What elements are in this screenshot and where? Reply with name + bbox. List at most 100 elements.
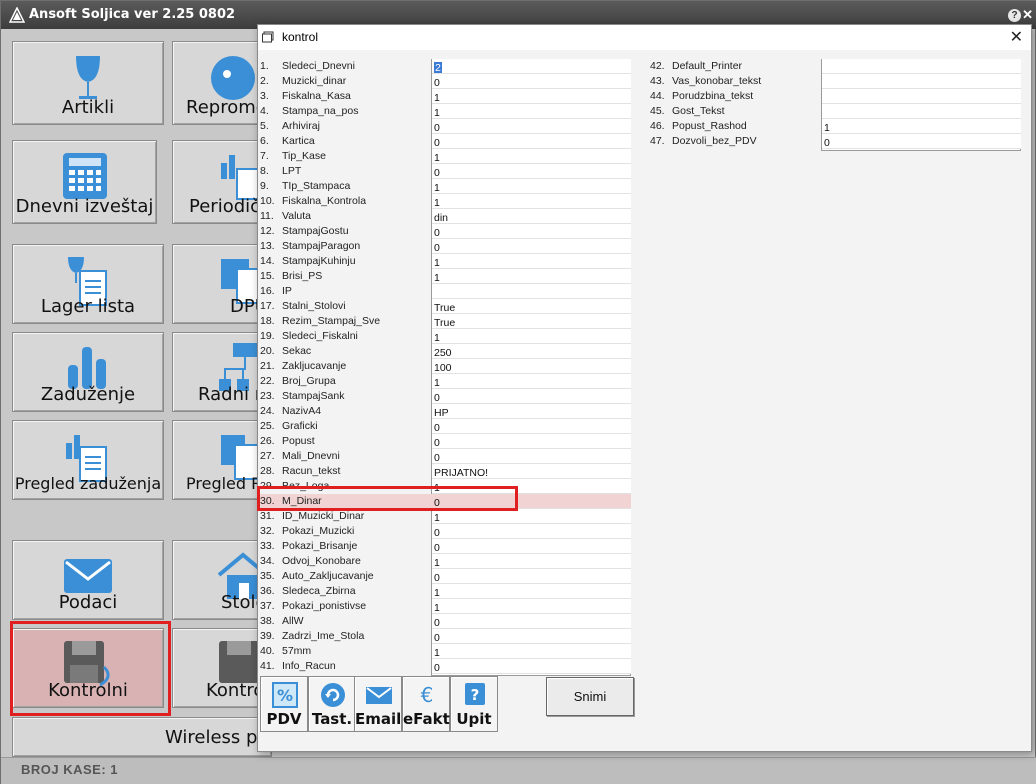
tile-wireless[interactable]: Wireless pa [12, 717, 272, 757]
param-row: 35. Auto_Zakljucavanje 0 [260, 569, 631, 584]
param-value-field[interactable]: 0 [432, 659, 631, 674]
param-value-field[interactable] [822, 74, 1021, 89]
param-value-field[interactable]: 0 [432, 539, 631, 554]
param-row: 19. Sledeci_Fiskalni 1 [260, 329, 631, 344]
param-number: 15. [260, 270, 275, 282]
param-value-field[interactable]: True [432, 314, 631, 329]
param-row: 14. StampajKuhinju 1 [260, 254, 631, 269]
param-row: 31. ID_Muzicki_Dinar 1 [260, 509, 631, 524]
param-row: 23. StampajSank 0 [260, 389, 631, 404]
param-row: 16. IP [260, 284, 631, 299]
param-row: 17. Stalni_Stolovi True [260, 299, 631, 314]
param-value-field[interactable]: 0 [432, 419, 631, 434]
svg-text:€: € [421, 683, 434, 707]
param-value-field[interactable]: 0 [432, 134, 631, 149]
tile-pregled-zaduzenja[interactable]: Pregled zaduženja [12, 420, 164, 500]
param-row: 4. Stampa_na_pos 1 [260, 104, 631, 119]
param-value-field[interactable]: 0 [432, 614, 631, 629]
param-row: 33. Pokazi_Brisanje 0 [260, 539, 631, 554]
param-value-field[interactable]: 0 [432, 389, 631, 404]
param-value-field[interactable]: 1 [432, 374, 631, 389]
param-number: 6. [260, 135, 269, 147]
param-number: 2. [260, 75, 269, 87]
param-value-field[interactable]: 100 [432, 359, 631, 374]
param-value-field[interactable]: 0 [432, 74, 631, 89]
param-number: 13. [260, 240, 275, 252]
param-value-field[interactable]: PRIJATNO! [432, 464, 631, 479]
param-row: 7. Tip_Kase 1 [260, 149, 631, 164]
param-value-field[interactable] [822, 59, 1021, 74]
toolbar-pdv-button[interactable]: % PDV [260, 676, 308, 732]
toolbar-email-button[interactable]: Email [354, 676, 402, 732]
param-value-field[interactable]: HP [432, 404, 631, 419]
param-value-field[interactable]: 0 [432, 524, 631, 539]
tile-podaci[interactable]: Podaci [12, 540, 164, 620]
param-value-field[interactable]: 1 [432, 644, 631, 659]
param-name: Fiskalna_Kasa [282, 90, 351, 102]
param-number: 34. [260, 555, 275, 567]
refresh-icon [321, 683, 345, 707]
toolbar-tast-button[interactable]: Tast. [308, 676, 356, 732]
app-close-button[interactable]: ✕ [1022, 7, 1033, 23]
param-row: 20. Sekac 250 [260, 344, 631, 359]
param-name: Broj_Grupa [282, 375, 336, 387]
param-value-field[interactable]: 0 [432, 224, 631, 239]
tile-dnevni-izvestaj[interactable]: Dnevni izveštaj [12, 140, 157, 224]
param-value-field[interactable]: 1 [822, 119, 1021, 134]
param-value-field[interactable]: 0 [432, 239, 631, 254]
param-value-field[interactable]: 0 [432, 569, 631, 584]
param-value-field[interactable] [822, 89, 1021, 104]
param-value-field[interactable]: 1 [432, 584, 631, 599]
param-value-field[interactable]: 1 [432, 329, 631, 344]
param-value-field[interactable]: 0 [432, 449, 631, 464]
tile-artikli[interactable]: Artikli [12, 41, 164, 125]
toolbar-upit-button[interactable]: ? Upit [450, 676, 498, 732]
param-number: 38. [260, 615, 275, 627]
param-row: 10. Fiskalna_Kontrola 1 [260, 194, 631, 209]
param-value-field[interactable]: 1 [432, 194, 631, 209]
tile-lager-lista[interactable]: Lager lista [12, 244, 164, 324]
percent-icon: % [272, 682, 298, 708]
param-value-field[interactable]: 1 [432, 254, 631, 269]
param-name: Stalni_Stolovi [282, 300, 346, 312]
param-value-field[interactable] [432, 284, 631, 299]
param-value-field[interactable]: 2 [432, 59, 631, 74]
param-name: Zakljucavanje [282, 360, 347, 372]
param-name: Muzicki_dinar [282, 75, 347, 87]
param-value-field[interactable]: 0 [432, 119, 631, 134]
param-value-field[interactable]: 0 [432, 629, 631, 644]
param-value-field[interactable]: 0 [822, 134, 1021, 149]
param-value-field[interactable]: 250 [432, 344, 631, 359]
save-button[interactable]: Snimi [546, 677, 634, 716]
param-row: 15. Brisi_PS 1 [260, 269, 631, 284]
param-value-field[interactable]: 1 [432, 509, 631, 524]
param-name: TIp_Stampaca [282, 180, 351, 192]
param-value-field[interactable]: 0 [432, 434, 631, 449]
param-row: 8. LPT 0 [260, 164, 631, 179]
row-highlight-frame [257, 486, 518, 511]
help-button[interactable]: ? [1008, 9, 1021, 22]
param-value-field[interactable]: 1 [432, 554, 631, 569]
dialog-close-button[interactable]: ✕ [1010, 27, 1023, 47]
tile-zaduzenje[interactable]: Zaduženje [12, 332, 164, 412]
param-number: 24. [260, 405, 275, 417]
param-value-field[interactable]: 0 [432, 164, 631, 179]
param-value-field[interactable]: 1 [432, 179, 631, 194]
status-bar: BROJ KASE: 1 [1, 757, 1036, 784]
param-value-field[interactable]: 1 [432, 269, 631, 284]
param-value-field[interactable]: 1 [432, 599, 631, 614]
toolbar-label: eFakt [403, 710, 450, 728]
param-value-field[interactable]: True [432, 299, 631, 314]
param-value-field[interactable]: 1 [432, 104, 631, 119]
param-value-field[interactable]: 1 [432, 149, 631, 164]
toolbar-label: Email [355, 710, 402, 728]
toolbar-efakt-button[interactable]: € eFakt [402, 676, 450, 732]
param-name: Zadrzi_Ime_Stola [282, 630, 365, 642]
param-number: 4. [260, 105, 269, 117]
param-name: Vas_konobar_tekst [672, 75, 762, 87]
param-row: 27. Mali_Dnevni 0 [260, 449, 631, 464]
param-value-field[interactable]: 1 [432, 89, 631, 104]
param-number: 14. [260, 255, 275, 267]
param-value-field[interactable] [822, 104, 1021, 119]
param-value-field[interactable]: din [432, 209, 631, 224]
